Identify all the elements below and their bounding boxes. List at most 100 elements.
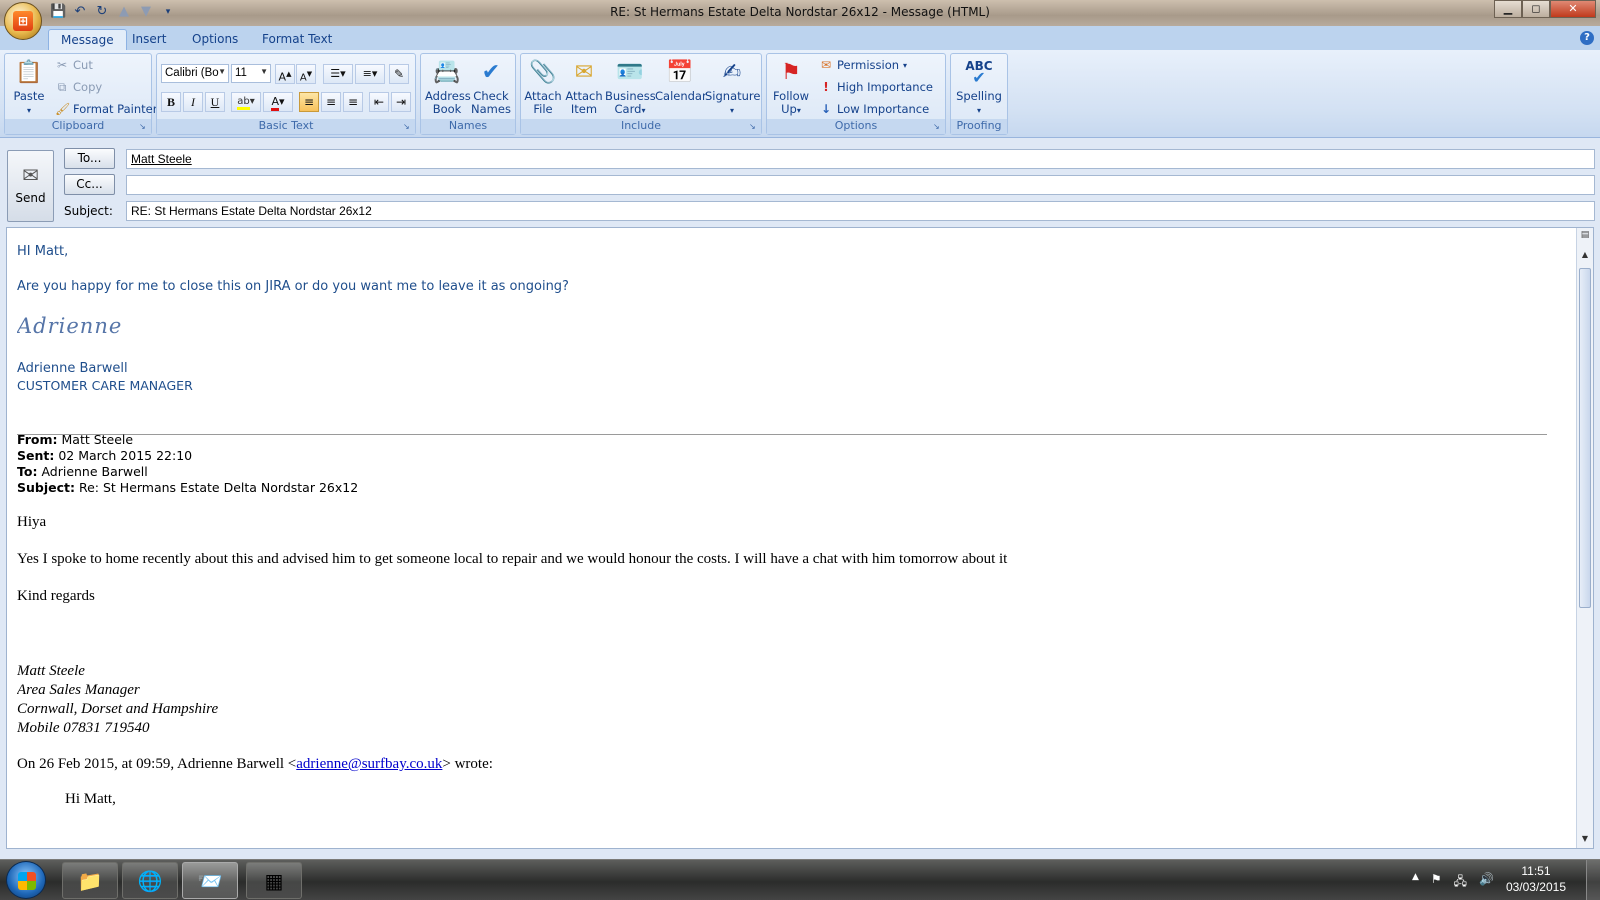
title-bar: 💾 ↶ ↻ ▲ ▼ ▾ RE: St Hermans Estate Delta … [0,0,1600,26]
window-title: RE: St Hermans Estate Delta Nordstar 26x… [610,5,990,19]
to-field[interactable]: Matt Steele [126,149,1595,169]
clipboard-launcher-icon[interactable]: ↘ [139,122,149,132]
volume-icon[interactable]: 🔊 [1479,872,1494,893]
clock[interactable]: 11:51 03/03/2015 [1506,863,1566,895]
font-name-combo[interactable]: Calibri (Bo ▼ [161,64,229,83]
tab-options[interactable]: Options [180,29,250,50]
underline-button[interactable]: U [205,92,225,112]
increase-indent-button[interactable]: ⇥ [391,92,411,112]
calendar-button[interactable]: 📅 Calendar [655,56,707,103]
cc-field[interactable] [126,175,1595,195]
bullets-button[interactable]: ☰▾ [323,64,353,84]
names-label: Names [421,119,515,134]
taskbar-chrome[interactable]: 🌐 [122,862,178,899]
bold-button[interactable]: B [161,92,181,112]
business-card-button[interactable]: 🪪 Business Card▾ [605,56,656,117]
scroll-up-icon[interactable]: ▲ [1577,248,1593,262]
address-book-button[interactable]: 📇 Address Book [425,56,471,116]
maximize-button[interactable]: ◻ [1522,0,1550,18]
ruler-toggle-icon[interactable]: ▤ [1579,230,1591,242]
window-controls: ▁ ◻ ✕ [1494,0,1596,18]
taskbar-app[interactable]: ▦ [246,862,302,899]
chrome-icon: 🌐 [137,868,163,893]
sender-sig-name: Matt Steele [17,663,85,679]
align-left-button[interactable]: ≡ [299,92,319,112]
include-launcher-icon[interactable]: ↘ [749,122,759,132]
grow-font-button[interactable]: A▲ [275,64,295,84]
font-color-button[interactable]: A▾ [263,92,293,112]
cut-button[interactable]: ✂ Cut [55,58,93,72]
follow-up-button[interactable]: ⚑ Follow Up▾ [769,56,813,117]
minimize-button[interactable]: ▁ [1494,0,1522,18]
font-size-combo[interactable]: 11 ▼ [231,64,271,83]
decrease-indent-button[interactable]: ⇤ [369,92,389,112]
highlighter-icon: ab [237,96,250,110]
signature-button[interactable]: ✍ Signature ▾ [705,56,760,117]
attach-file-button[interactable]: 📎 Attach File [523,56,563,116]
help-icon[interactable]: ? [1580,31,1594,45]
greeting-text: HI Matt, [17,244,69,259]
close-button[interactable]: ✕ [1550,0,1596,18]
shrink-font-button[interactable]: A▼ [296,64,316,84]
tab-message[interactable]: Message [48,29,127,50]
taskbar-explorer[interactable]: 📁 [62,862,118,899]
high-importance-button[interactable]: ! High Importance [819,80,933,94]
format-painter-button[interactable]: 🖌 Format Painter [55,102,157,116]
wrote-line: On 26 Feb 2015, at 09:59, Adrienne Barwe… [17,756,493,772]
handwritten-signature: Adrienne [17,314,123,338]
kind-regards-text: Kind regards [17,588,95,604]
message-body-editor[interactable]: HI Matt, Are you happy for me to close t… [6,227,1594,849]
proofing-label: Proofing [951,119,1007,134]
paste-button[interactable]: 📋 Paste ▾ [9,56,49,117]
sig-title: CUSTOMER CARE MANAGER [17,378,193,393]
chevron-down-icon: ▼ [218,67,226,76]
basic-text-launcher-icon[interactable]: ↘ [403,122,413,132]
action-center-flag-icon[interactable]: ⚑ [1431,872,1442,893]
include-label: Include [521,119,761,134]
divider [17,434,1547,435]
options-group: ⚑ Follow Up▾ ✉ Permission ▾ ! High Importanc… [766,53,946,135]
align-right-button[interactable]: ≡ [343,92,363,112]
scroll-down-icon[interactable]: ▼ [1577,832,1593,846]
tab-format-text[interactable]: Format Text [250,29,344,50]
nested-greeting: Hi Matt, [65,791,116,807]
spelling-check-icon: ABC ✔ [965,59,993,87]
align-center-button[interactable]: ≡ [321,92,341,112]
red-flag-icon: ⚑ [781,59,801,85]
network-icon[interactable]: 🖧 [1454,872,1467,893]
low-importance-button[interactable]: ↓ Low Importance [819,102,929,116]
folder-icon: 📁 [77,868,103,893]
options-launcher-icon[interactable]: ↘ [933,122,943,132]
down-arrow-icon: ↓ [820,102,832,116]
to-button[interactable]: To... [64,148,115,169]
email-link[interactable]: adrienne@surfbay.co.uk [296,756,442,772]
italic-button[interactable]: I [183,92,203,112]
cc-button[interactable]: Cc... [64,174,115,195]
scroll-thumb[interactable] [1579,268,1591,608]
highlight-button[interactable]: ab▾ [231,92,261,112]
show-desktop-button[interactable] [1586,860,1600,900]
copy-button[interactable]: ⧉ Copy [55,80,102,94]
subject-label: Subject: [64,204,113,218]
taskbar-outlook[interactable]: 📨 [182,862,238,899]
send-button[interactable]: ✉ Send [7,150,54,222]
clear-formatting-icon[interactable]: ✎ [389,64,409,84]
ribbon: 📋 Paste ▾ ✂ Cut ⧉ Copy 🖌 Format Painter Clip… [0,50,1600,138]
permission-button[interactable]: ✉ Permission ▾ [819,58,907,72]
quoted-subject: Subject: Re: St Hermans Estate Delta Nor… [17,480,359,495]
tab-insert[interactable]: Insert [120,29,178,50]
sender-sig-title: Area Sales Manager [17,682,140,698]
sender-sig-region: Cornwall, Dorset and Hampshire [17,701,219,717]
numbering-button[interactable]: ≡▾ [355,64,385,84]
signature-icon: ✍ [722,59,742,85]
vertical-scrollbar[interactable]: ▤ ▲ ▼ [1576,228,1593,848]
office-button[interactable]: ⊞ [4,2,42,40]
attach-item-button[interactable]: ✉ Attach Item [563,56,605,116]
system-tray: ▲ ⚑ 🖧 🔊 [1412,872,1494,893]
start-button[interactable] [6,861,46,899]
check-names-button[interactable]: ✔ Check Names [469,56,513,116]
spelling-button[interactable]: ABC ✔ Spelling ▾ [953,56,1005,117]
show-hidden-icon[interactable]: ▲ [1412,872,1419,893]
subject-field[interactable]: RE: St Hermans Estate Delta Nordstar 26x… [126,201,1595,221]
recipient-name[interactable]: Matt Steele [131,152,192,166]
